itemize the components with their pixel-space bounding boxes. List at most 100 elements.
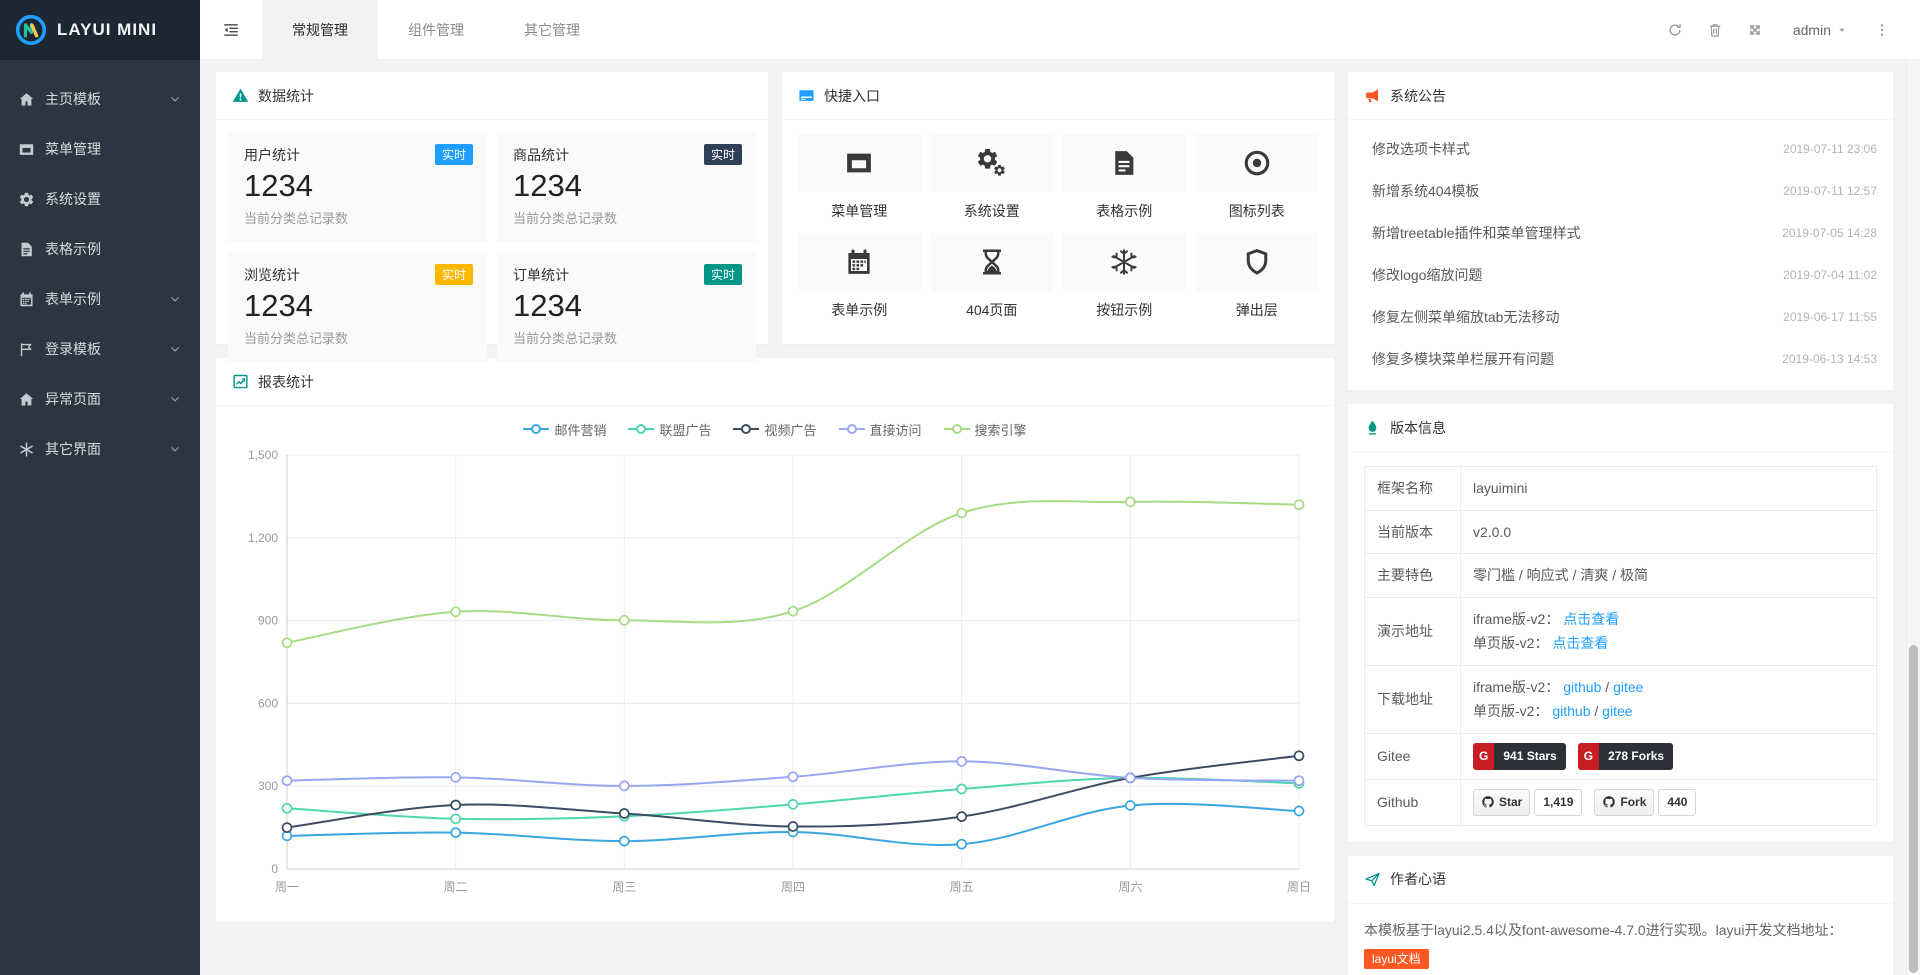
scrollbar-track[interactable] [1906,60,1920,975]
quick-entry-item[interactable]: 表格示例 [1063,134,1186,221]
legend-item-视频广告[interactable]: 视频广告 [733,420,816,439]
flag-icon [18,341,35,358]
github-button-count: 1,419 [1534,789,1582,816]
version-row: 主要特色零门槛 / 响应式 / 清爽 / 极简 [1365,554,1877,598]
notice-list: 修改选项卡样式2019-07-11 23:06新增系统404模板2019-07-… [1348,120,1893,390]
github-button-main: Fork [1594,789,1654,816]
notice-panel-header: 系统公告 [1348,72,1893,120]
stat-card: 商品统计1234当前分类总记录数实时 [497,132,756,242]
notice-item: 修复多模块菜单栏展开有问题2019-06-13 14:53 [1364,338,1877,380]
author-panel-header: 作者心语 [1348,856,1893,904]
asterisk-icon [18,441,35,458]
legend-item-邮件营销[interactable]: 邮件营销 [523,420,606,439]
trash-icon[interactable] [1695,0,1735,60]
link-gitee[interactable]: gitee [1613,679,1643,695]
quick-entry-item[interactable]: 系统设置 [931,134,1054,221]
quick-entry-item[interactable]: 表单示例 [798,233,921,320]
stat-card-value: 1234 [244,168,471,204]
legend-label: 邮件营销 [554,420,606,439]
quick-entry-label: 404页面 [931,300,1054,320]
menu-collapse-button[interactable] [200,0,262,60]
author-panel: 作者心语 本模板基于layui2.5.4以及font-awesome-4.7.0… [1347,855,1894,975]
stat-card-value: 1234 [513,168,740,204]
hourglass-icon [931,233,1054,291]
stats-panel-title: 数据统计 [258,86,314,106]
link-点击查看[interactable]: 点击查看 [1563,611,1619,627]
sidebar-item[interactable]: 菜单管理 [0,124,200,174]
calendar-icon [798,233,921,291]
sidebar-item[interactable]: 系统设置 [0,174,200,224]
chevron-down-icon [168,292,182,306]
refresh-icon[interactable] [1655,0,1695,60]
legend-marker [628,422,654,437]
quick-entry-item[interactable]: 图标列表 [1196,134,1319,221]
scrollbar-thumb[interactable] [1909,645,1918,973]
quick-entry-item[interactable]: 按钮示例 [1063,233,1186,320]
quick-grid: 菜单管理系统设置表格示例图标列表表单示例 404页面按钮示例弹出层 [782,120,1334,334]
sidebar-item[interactable]: 表格示例 [0,224,200,274]
notice-time: 2019-07-05 14:28 [1772,226,1877,240]
quick-entry-item[interactable]: 404页面 [931,233,1054,320]
version-row: 框架名称layuimini [1365,467,1877,511]
notice-time: 2019-07-11 12:57 [1773,184,1877,198]
link-gitee[interactable]: gitee [1602,703,1632,719]
sidebar-item-label: 异常页面 [45,389,168,409]
sidebar-item-label: 其它界面 [45,439,168,459]
quick-entry-item[interactable]: 弹出层 [1196,233,1319,320]
stat-card: 浏览统计1234当前分类总记录数实时 [228,252,487,362]
sidebar: LAYUI MINI 主页模板菜单管理系统设置表格示例表单示例登录模板异常页面其… [0,0,200,975]
chart-icon [232,373,249,390]
link-点击查看[interactable]: 点击查看 [1552,635,1608,651]
status-badge: 实时 [435,264,473,285]
home-icon [18,91,35,108]
quick-entry-item[interactable]: 菜单管理 [798,134,921,221]
quick-panel-header: 快捷入口 [782,72,1334,120]
chart-panel-header: 报表统计 [216,358,1334,406]
github-star-button[interactable]: Star1,419 [1473,789,1582,816]
notice-item: 修改logo缩放问题2019-07-04 11:02 [1364,254,1877,296]
sidebar-item-label: 表单示例 [45,289,168,309]
notice-item: 修改选项卡样式2019-07-11 23:06 [1364,128,1877,170]
sidebar-item[interactable]: 异常页面 [0,374,200,424]
link-github[interactable]: github [1563,679,1601,695]
user-menu[interactable]: admin [1775,0,1862,60]
version-row-label: 当前版本 [1365,510,1461,554]
version-row: GiteeG941 StarsG278 Forks [1365,733,1877,779]
version-panel-header: 版本信息 [1348,404,1893,452]
sidebar-item[interactable]: 登录模板 [0,324,200,374]
version-row-value: 零门槛 / 响应式 / 清爽 / 极简 [1461,554,1877,598]
gitee-badge[interactable]: G941 Stars [1473,743,1566,770]
sidebar-item[interactable]: 表单示例 [0,274,200,324]
layui-doc-badge[interactable]: layui文档 [1364,949,1429,969]
legend-item-直接访问[interactable]: 直接访问 [839,420,922,439]
content: 数据统计 用户统计1234当前分类总记录数实时商品统计1234当前分类总记录数实… [200,60,1920,975]
github-fork-button[interactable]: Fork440 [1594,789,1696,816]
sidebar-item[interactable]: 其它界面 [0,424,200,474]
gears-icon [931,134,1054,192]
logo[interactable]: LAYUI MINI [0,0,200,60]
tab-组件管理[interactable]: 组件管理 [378,0,494,60]
window-icon [18,141,35,158]
sidebar-item[interactable]: 主页模板 [0,74,200,124]
link-github[interactable]: github [1552,703,1590,719]
legend-item-联盟广告[interactable]: 联盟广告 [628,420,711,439]
topbar: 常规管理组件管理其它管理 admin [200,0,1920,60]
more-icon[interactable] [1862,0,1902,60]
file-text-icon [1063,134,1186,192]
legend-item-搜索引擎[interactable]: 搜索引擎 [944,420,1027,439]
svg-text:0: 0 [271,862,278,876]
fullscreen-icon[interactable] [1735,0,1775,60]
tab-其它管理[interactable]: 其它管理 [494,0,610,60]
legend-label: 直接访问 [870,420,922,439]
file-text-icon [18,241,35,258]
stat-card: 订单统计1234当前分类总记录数实时 [497,252,756,362]
snowflake-icon [1063,233,1186,291]
left-column: 数据统计 用户统计1234当前分类总记录数实时商品统计1234当前分类总记录数实… [215,71,1335,975]
gitee-icon: G [1578,743,1599,770]
gitee-badge[interactable]: G278 Forks [1578,743,1673,770]
svg-text:1,500: 1,500 [248,448,278,462]
svg-text:1,200: 1,200 [248,531,278,545]
tab-常规管理[interactable]: 常规管理 [262,0,378,60]
gitee-badge-text: 941 Stars [1494,743,1565,770]
legend-marker [839,422,865,437]
